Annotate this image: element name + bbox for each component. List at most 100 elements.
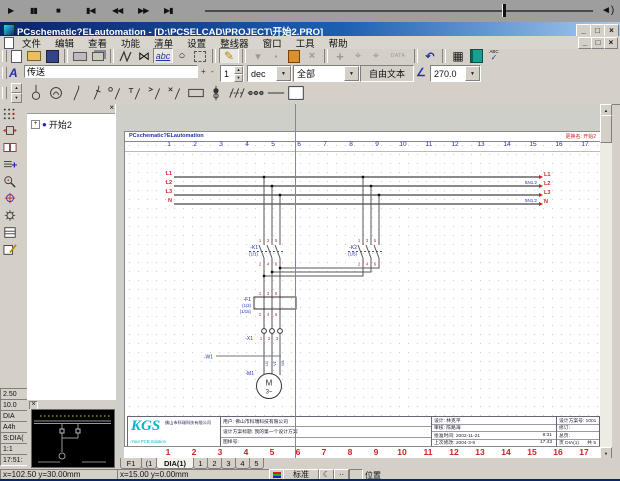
seek-slider-thumb[interactable]: [502, 4, 506, 17]
tree-expand-icon[interactable]: +: [31, 120, 40, 129]
k1-pin: 4: [267, 262, 270, 267]
chevron-down-icon[interactable]: ▼: [465, 66, 480, 81]
spinner-up-icon[interactable]: ▲: [234, 66, 243, 74]
reference-point-icon[interactable]: ⌖: [349, 49, 367, 64]
tab-1p[interactable]: (1: [141, 458, 157, 469]
tab-page-3[interactable]: 3: [221, 458, 236, 469]
vertical-scrollbar[interactable]: ▲ ▼: [600, 104, 612, 458]
caret-down-icon[interactable]: ▾: [249, 49, 267, 64]
line-draw-icon[interactable]: [117, 49, 135, 64]
lamp-symbol-icon[interactable]: [26, 84, 46, 102]
symbol-spinner-up-icon[interactable]: ▲: [11, 83, 22, 93]
mdi-restore-button[interactable]: □: [591, 37, 605, 49]
tab-page-1[interactable]: 1: [193, 458, 208, 469]
tab-f1[interactable]: F1: [120, 458, 142, 469]
toolbar-grip[interactable]: [2, 67, 7, 79]
forward-icon[interactable]: ▶▶: [138, 6, 148, 15]
data-fields-icon[interactable]: DATA: [385, 49, 411, 64]
tab-page-2[interactable]: 2: [207, 458, 222, 469]
edit-note-icon[interactable]: [0, 241, 20, 257]
database-book-icon[interactable]: [467, 49, 485, 64]
print-settings-icon[interactable]: [89, 49, 107, 64]
mdi-minimize-button[interactable]: _: [578, 37, 592, 49]
move-icon[interactable]: +: [331, 49, 349, 64]
tab-page-5[interactable]: 5: [249, 458, 264, 469]
contact-c-symbol-icon[interactable]: [106, 84, 126, 102]
k2-pin: 4: [366, 262, 369, 267]
rewind-icon[interactable]: ◀◀: [112, 6, 122, 15]
chevron-down-icon[interactable]: ▼: [276, 66, 291, 81]
document-icon[interactable]: [4, 37, 14, 49]
play-icon[interactable]: ▶: [8, 6, 13, 15]
contact-arrow-symbol-icon[interactable]: [146, 84, 166, 102]
tab-page-4[interactable]: 4: [235, 458, 250, 469]
font-icon[interactable]: A: [9, 66, 18, 80]
plug-symbol-icon[interactable]: [206, 84, 226, 102]
schematic-sheet[interactable]: PCschematic?ELautomation 更换名: 开始2 1 2 3 …: [124, 131, 600, 448]
column-number-red: 15: [525, 447, 539, 457]
component-grid-icon[interactable]: ▦: [449, 49, 467, 64]
preview-canvas[interactable]: [31, 409, 115, 468]
title-block-project-cell: 用户: 佛山市科瑞科技有限公司 设计方案标题: 我的第一个设计方案 图样号:: [221, 417, 432, 446]
format-dropdown[interactable]: dec ▼: [247, 65, 292, 82]
undo-icon[interactable]: ↶: [421, 49, 439, 64]
contact-t-symbol-icon[interactable]: [126, 84, 146, 102]
terminal-row-symbol-icon[interactable]: [246, 84, 266, 102]
open-folder-icon[interactable]: [25, 49, 43, 64]
circle-mode-icon[interactable]: ○: [173, 49, 191, 64]
mdi-close-button[interactable]: ×: [604, 37, 618, 49]
toolbar-grip[interactable]: [2, 87, 7, 99]
symbol-spinner-down-icon[interactable]: ▼: [11, 93, 22, 103]
spinner-down-icon[interactable]: ▼: [234, 74, 243, 82]
zoom-search-icon[interactable]: [0, 173, 20, 189]
tree-root-item[interactable]: + ● 开始2: [31, 118, 72, 131]
free-text-button[interactable]: 自由文本: [360, 65, 414, 82]
volume-icon[interactable]: ◄): [601, 5, 614, 16]
database-card-icon[interactable]: [0, 224, 20, 240]
scrollbar-thumb[interactable]: [600, 115, 612, 143]
motor-symbol-icon[interactable]: [46, 84, 66, 102]
crosshair-pins-icon[interactable]: [0, 190, 20, 206]
stop-icon[interactable]: ■: [56, 6, 60, 15]
symbol-mode-icon[interactable]: ⋈: [135, 49, 153, 64]
contact-x-symbol-icon[interactable]: [166, 84, 186, 102]
pencil-icon[interactable]: ✎: [219, 48, 239, 65]
panel-close-icon[interactable]: ×: [109, 103, 114, 112]
contact-no-symbol-icon[interactable]: [66, 84, 86, 102]
contact-nc-symbol-icon[interactable]: [86, 84, 106, 102]
paste-icon[interactable]: [285, 49, 303, 64]
blank-symbol-icon[interactable]: [286, 84, 306, 102]
save-icon[interactable]: [43, 49, 61, 64]
print-icon[interactable]: [71, 49, 89, 64]
seek-slider-track[interactable]: [205, 10, 593, 12]
angle-icon[interactable]: ∠: [416, 66, 426, 79]
area-select-icon[interactable]: [191, 49, 209, 64]
three-pole-contact-symbol-icon[interactable]: [226, 84, 246, 102]
text-minus-button[interactable]: -: [211, 67, 214, 76]
tab-dia1[interactable]: DIA(1): [156, 458, 194, 469]
prev-icon[interactable]: ▮◀: [86, 6, 95, 15]
spell-check-icon[interactable]: ABC ✓: [485, 49, 503, 64]
drawing-canvas[interactable]: PCschematic?ELautomation 更换名: 开始2 1 2 3 …: [116, 104, 600, 458]
chevron-down-icon[interactable]: ▼: [344, 66, 359, 81]
preview-panel: ×: [27, 400, 117, 469]
grid-points-icon[interactable]: [0, 105, 20, 121]
new-icon[interactable]: [7, 49, 25, 64]
reference-point2-icon[interactable]: ⌖: [367, 49, 385, 64]
text-plus-button[interactable]: +: [201, 67, 206, 76]
next-icon[interactable]: ▶▮: [164, 6, 173, 15]
text-value-input[interactable]: [24, 65, 198, 78]
size-spinner[interactable]: 1 ▲ ▼: [220, 65, 244, 82]
line-list-icon[interactable]: [0, 156, 20, 172]
page-symbols-icon[interactable]: [0, 122, 20, 138]
settings-gear-icon[interactable]: [0, 207, 20, 223]
insert-icon[interactable]: ▪: [267, 49, 285, 64]
coil-symbol-icon[interactable]: [186, 84, 206, 102]
scope-dropdown[interactable]: 全部 ▼: [293, 65, 360, 82]
delete-icon[interactable]: ×: [303, 49, 321, 64]
angle-dropdown[interactable]: 270.0 ▼: [430, 65, 481, 82]
line-symbol-icon[interactable]: [266, 84, 286, 102]
pause-icon[interactable]: ▮▮: [30, 6, 37, 15]
catalog-book-icon[interactable]: [0, 139, 20, 155]
text-mode-icon[interactable]: abc: [153, 48, 173, 65]
